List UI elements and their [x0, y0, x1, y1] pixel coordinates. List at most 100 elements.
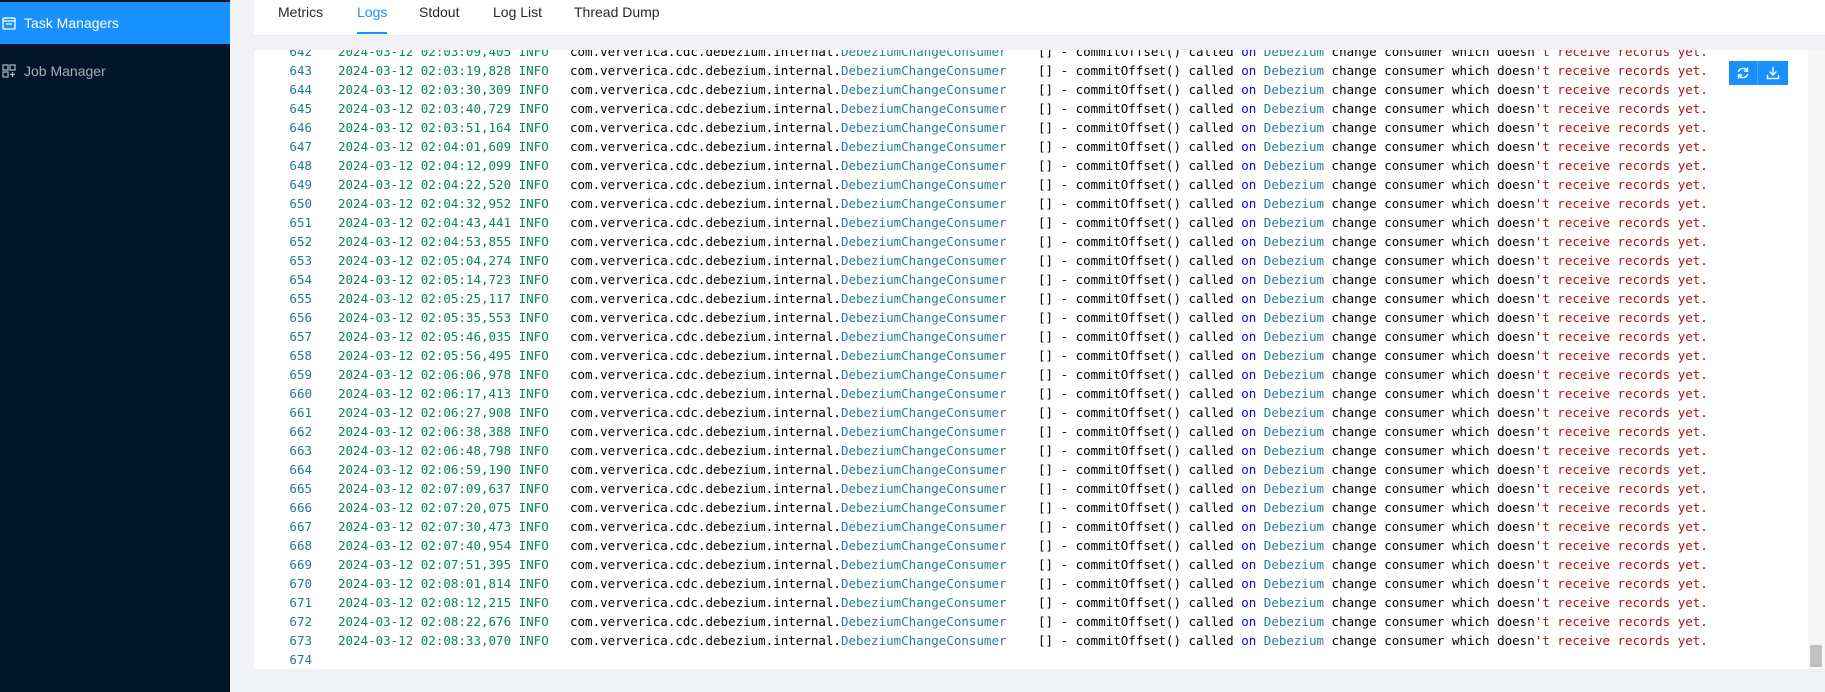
log-logger: com.ververica.cdc.debezium.internal.Debe…	[570, 308, 1007, 327]
message-middle: change consumer which doesn	[1324, 348, 1535, 363]
logger-package: com.ververica.cdc.debezium.internal.	[570, 291, 841, 306]
active-tab-indicator	[357, 32, 387, 34]
log-message: [] - commitOffset() called on Debezium c…	[1038, 232, 1708, 251]
logger-class: DebeziumChangeConsumer	[840, 158, 1007, 173]
log-message: [] - commitOffset() called on Debezium c…	[1038, 441, 1708, 460]
tab-stdout[interactable]: Stdout	[419, 0, 459, 35]
log-logger: com.ververica.cdc.debezium.internal.Debe…	[570, 555, 1007, 574]
logger-class: DebeziumChangeConsumer	[840, 310, 1007, 325]
log-logger: com.ververica.cdc.debezium.internal.Debe…	[570, 80, 1007, 99]
logger-class: DebeziumChangeConsumer	[840, 481, 1007, 496]
message-space	[1256, 405, 1264, 420]
sidebar-item-job-manager[interactable]: Job Manager	[0, 50, 230, 92]
message-prefix: [] - commitOffset() called	[1038, 595, 1242, 610]
message-prefix: [] - commitOffset() called	[1038, 367, 1242, 382]
scrollbar-thumb[interactable]	[1810, 645, 1822, 667]
message-string: 't receive records yet.	[1534, 329, 1708, 344]
log-timestamp: 2024-03-12 02:08:22,676	[338, 614, 512, 629]
download-button[interactable]	[1757, 61, 1788, 85]
logger-class: DebeziumChangeConsumer	[840, 63, 1007, 78]
refresh-button[interactable]	[1729, 61, 1757, 85]
log-line: 663 2024-03-12 02:06:48,798 INFO com.verve…	[254, 441, 1794, 460]
message-string: 't receive records yet.	[1534, 63, 1708, 78]
message-space	[1256, 215, 1264, 230]
log-timestamp-level: 2024-03-12 02:03:40,729 INFO	[338, 99, 549, 118]
log-level: INFO	[518, 614, 549, 629]
tab-logs[interactable]: Logs	[357, 0, 387, 35]
logger-package: com.ververica.cdc.debezium.internal.	[570, 367, 841, 382]
message-middle: change consumer which doesn	[1324, 576, 1535, 591]
log-timestamp-level: 2024-03-12 02:05:56,495 INFO	[338, 346, 549, 365]
task-managers-icon	[2, 16, 16, 30]
message-keyword: on	[1241, 215, 1257, 230]
log-level: INFO	[518, 215, 549, 230]
log-timestamp-level: 2024-03-12 02:07:30,473 INFO	[338, 517, 549, 536]
sidebar-item-task-managers[interactable]: Task Managers	[0, 2, 230, 44]
log-message: [] - commitOffset() called on Debezium c…	[1038, 574, 1708, 593]
logger-class: DebeziumChangeConsumer	[840, 367, 1007, 382]
sidebar: Task Managers Job Manager	[0, 0, 230, 692]
logger-package: com.ververica.cdc.debezium.internal.	[570, 462, 841, 477]
logger-class: DebeziumChangeConsumer	[840, 405, 1007, 420]
log-line: 654 2024-03-12 02:05:14,723 INFO com.verve…	[254, 270, 1794, 289]
message-middle: change consumer which doesn	[1324, 462, 1535, 477]
log-level: INFO	[518, 519, 549, 534]
log-timestamp-level: 2024-03-12 02:08:33,070 INFO	[338, 631, 549, 650]
message-keyword: on	[1241, 272, 1257, 287]
message-prefix: [] - commitOffset() called	[1038, 50, 1242, 59]
log-timestamp-level: 2024-03-12 02:03:30,309 INFO	[338, 80, 549, 99]
tab-thread-dump[interactable]: Thread Dump	[574, 0, 660, 35]
line-number: 655	[289, 291, 312, 306]
log-timestamp-level: 2024-03-12 02:05:04,274 INFO	[338, 251, 549, 270]
message-middle: change consumer which doesn	[1324, 272, 1535, 287]
log-line: 668 2024-03-12 02:07:40,954 INFO com.verve…	[254, 536, 1794, 555]
line-number: 648	[289, 158, 312, 173]
log-timestamp: 2024-03-12 02:08:33,070	[338, 633, 512, 648]
log-level: INFO	[518, 234, 549, 249]
log-level: INFO	[518, 500, 549, 515]
log-viewer[interactable]: 642 2024-03-12 02:03:09,405 INFO com.verve…	[254, 50, 1825, 669]
message-prefix: [] - commitOffset() called	[1038, 348, 1242, 363]
log-timestamp-level: 2024-03-12 02:06:48,798 INFO	[338, 441, 549, 460]
log-message: [] - commitOffset() called on Debezium c…	[1038, 384, 1708, 403]
logger-class: DebeziumChangeConsumer	[840, 120, 1007, 135]
line-number: 657	[289, 329, 312, 344]
line-number: 646	[289, 120, 312, 135]
logger-class: DebeziumChangeConsumer	[840, 253, 1007, 268]
log-timestamp: 2024-03-12 02:07:09,637	[338, 481, 512, 496]
message-space	[1256, 272, 1264, 287]
message-prefix: [] - commitOffset() called	[1038, 462, 1242, 477]
log-logger: com.ververica.cdc.debezium.internal.Debe…	[570, 574, 1007, 593]
log-timestamp: 2024-03-12 02:03:51,164	[338, 120, 512, 135]
logger-class: DebeziumChangeConsumer	[840, 519, 1007, 534]
log-toolbar	[1729, 61, 1788, 85]
vertical-scrollbar[interactable]	[1808, 50, 1825, 669]
logger-class: DebeziumChangeConsumer	[840, 272, 1007, 287]
tab-log-list[interactable]: Log List	[493, 0, 542, 35]
log-logger: com.ververica.cdc.debezium.internal.Debe…	[570, 327, 1007, 346]
log-level: INFO	[518, 63, 549, 78]
message-middle: change consumer which doesn	[1324, 443, 1535, 458]
message-keyword: on	[1241, 633, 1257, 648]
tab-metrics[interactable]: Metrics	[278, 0, 323, 35]
line-number: 663	[289, 443, 312, 458]
message-keyword: on	[1241, 576, 1257, 591]
message-string: 't receive records yet.	[1534, 348, 1708, 363]
message-string: 't receive records yet.	[1534, 462, 1708, 477]
log-logger: com.ververica.cdc.debezium.internal.Debe…	[570, 593, 1007, 612]
log-message: [] - commitOffset() called on Debezium c…	[1038, 175, 1708, 194]
log-line: 669 2024-03-12 02:07:51,395 INFO com.verve…	[254, 555, 1794, 574]
message-entity: Debezium	[1263, 519, 1325, 534]
log-message: [] - commitOffset() called on Debezium c…	[1038, 517, 1708, 536]
log-line: 667 2024-03-12 02:07:30,473 INFO com.verve…	[254, 517, 1794, 536]
log-message: [] - commitOffset() called on Debezium c…	[1038, 194, 1708, 213]
message-keyword: on	[1241, 196, 1257, 211]
log-logger: com.ververica.cdc.debezium.internal.Debe…	[570, 251, 1007, 270]
log-timestamp: 2024-03-12 02:04:32,952	[338, 196, 512, 211]
line-number: 643	[289, 63, 312, 78]
message-entity: Debezium	[1263, 367, 1325, 382]
message-entity: Debezium	[1263, 405, 1325, 420]
log-timestamp-level: 2024-03-12 02:07:51,395 INFO	[338, 555, 549, 574]
logger-package: com.ververica.cdc.debezium.internal.	[570, 215, 841, 230]
log-level: INFO	[518, 595, 549, 610]
